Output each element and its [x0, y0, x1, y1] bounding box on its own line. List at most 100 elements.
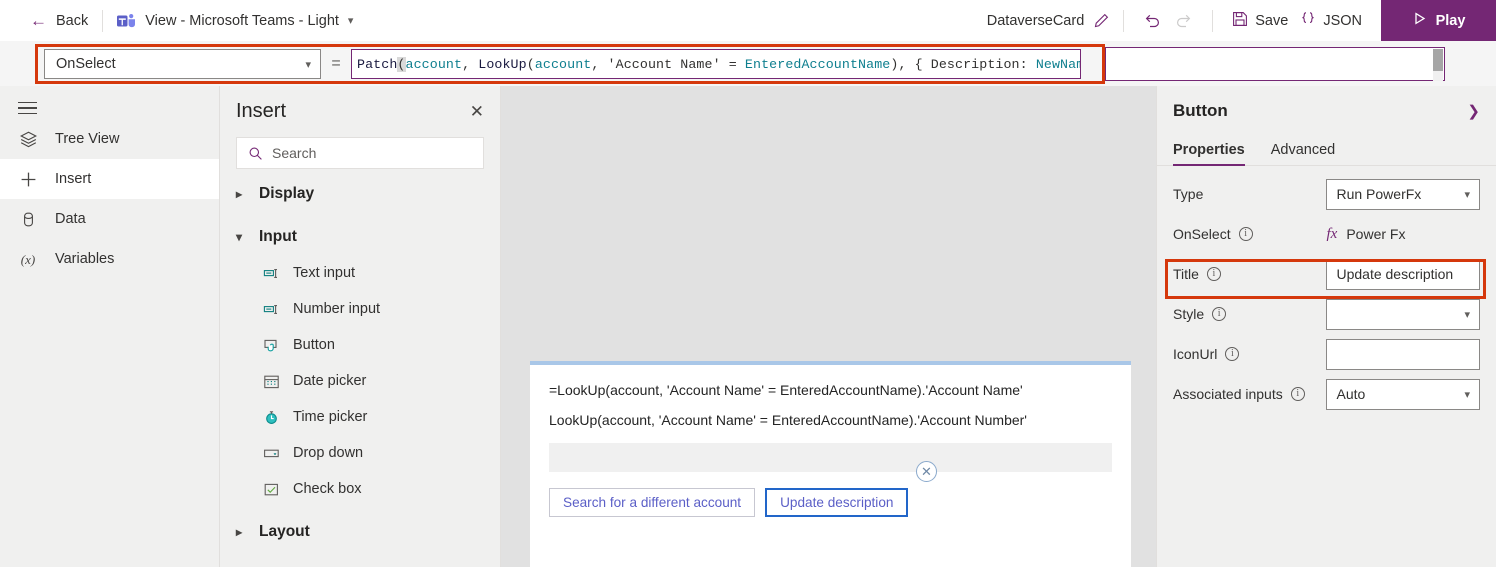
tab-advanced[interactable]: Advanced	[1271, 142, 1336, 165]
card-canvas[interactable]: =LookUp(account, 'Account Name' = Entere…	[501, 86, 1156, 567]
sidebar-item-insert[interactable]: Insert	[0, 159, 219, 199]
document-name: DataverseCard	[986, 12, 1085, 29]
insert-item-number-input[interactable]: Number input	[220, 291, 500, 327]
formula-token: LookUp	[478, 57, 527, 72]
insert-group-layout[interactable]: ▸ Layout	[220, 514, 500, 550]
info-icon[interactable]: i	[1212, 307, 1227, 321]
sidebar-item-tree-view[interactable]: Tree View	[0, 119, 219, 159]
properties-tabs: Properties Advanced	[1157, 132, 1496, 166]
formula-token: (	[397, 57, 406, 72]
property-row-style: Style i ▾	[1157, 294, 1496, 334]
property-label: Type	[1173, 186, 1326, 202]
sidebar-item-label: Variables	[55, 251, 115, 267]
search-input[interactable]: Search	[236, 137, 484, 169]
json-button[interactable]: JSON	[1294, 8, 1368, 34]
insert-item-button[interactable]: Button	[220, 327, 500, 363]
chevron-down-icon: ▾	[347, 15, 354, 27]
formula-scrollbar[interactable]	[1433, 49, 1443, 81]
tab-properties[interactable]: Properties	[1173, 142, 1245, 166]
insert-group-label: Layout	[259, 523, 310, 540]
style-dropdown[interactable]: ▾	[1326, 298, 1480, 330]
associated-inputs-dropdown[interactable]: Auto ▾	[1326, 378, 1480, 410]
formula-token: EnteredAccountName	[744, 57, 891, 72]
divider	[1212, 9, 1214, 32]
iconurl-input[interactable]	[1326, 338, 1480, 370]
properties-panel: Button ❯ Properties Advanced Type Run Po…	[1156, 86, 1496, 567]
insert-item-label: Number input	[293, 301, 381, 317]
save-button[interactable]: Save	[1226, 8, 1294, 34]
fx-icon: fx	[1326, 225, 1338, 242]
sidebar-item-data[interactable]: Data	[0, 199, 219, 239]
insert-item-date-picker[interactable]: Date picker	[220, 363, 500, 399]
insert-item-drop-down[interactable]: Drop down	[220, 435, 500, 471]
insert-panel: Insert ✕ Search ▸ Display ▾ Input Text i…	[220, 86, 501, 567]
number-input-icon	[262, 300, 280, 318]
insert-item-label: Time picker	[293, 409, 368, 425]
clock-icon	[262, 408, 280, 426]
chevron-down-icon: ▾	[1464, 308, 1470, 321]
card-button-row: Search for a different account Update de…	[549, 461, 1131, 517]
info-icon[interactable]: i	[1238, 227, 1253, 241]
pencil-icon[interactable]	[1093, 12, 1110, 29]
properties-panel-title: Button	[1173, 101, 1228, 120]
back-button[interactable]: ← Back	[30, 12, 88, 29]
formula-token: (	[526, 57, 535, 72]
undo-button[interactable]	[1137, 8, 1168, 33]
card-button-label: Update description	[780, 495, 894, 510]
view-selector[interactable]: View - Microsoft Teams - Light ▾	[117, 13, 353, 29]
chevron-down-icon: ▾	[305, 58, 311, 71]
onselect-powerfx-link[interactable]: fx Power Fx	[1327, 226, 1481, 243]
formula-token: Description	[930, 57, 1020, 72]
insert-item-time-picker[interactable]: Time picker	[220, 399, 500, 435]
info-icon[interactable]: i	[1225, 347, 1240, 361]
info-icon[interactable]: i	[1206, 267, 1221, 281]
insert-item-check-box[interactable]: Check box	[220, 471, 500, 507]
variables-icon: (x)	[17, 248, 39, 270]
card-button-search-different-account[interactable]: Search for a different account	[549, 488, 756, 517]
database-icon	[17, 208, 39, 230]
card-button-update-description[interactable]: Update description	[765, 488, 909, 517]
sidebar-item-label: Tree View	[55, 131, 120, 147]
play-button[interactable]: Play	[1381, 0, 1496, 41]
close-icon[interactable]: ✕	[470, 103, 484, 120]
properties-panel-header: Button ❯	[1157, 90, 1496, 132]
type-dropdown-value: Run PowerFx	[1336, 186, 1422, 202]
formula-token: ), {	[890, 57, 931, 72]
redo-button[interactable]	[1168, 8, 1199, 33]
remove-element-icon[interactable]: ✕	[916, 461, 937, 482]
property-label: Style i	[1173, 306, 1326, 322]
formula-token: Patch	[357, 57, 398, 72]
formula-bar-highlight: OnSelect ▾ = Patch(account, LookUp(accou…	[35, 44, 1105, 84]
card-text-line-1: =LookUp(account, 'Account Name' = Entere…	[549, 382, 1023, 398]
chevron-right-icon[interactable]: ❯	[1467, 102, 1480, 120]
insert-item-text-input[interactable]: Text input	[220, 255, 500, 291]
sidebar-item-variables[interactable]: (x) Variables	[0, 239, 219, 279]
chevron-right-icon: ▸	[236, 525, 243, 539]
hamburger-menu-icon[interactable]	[18, 97, 40, 119]
property-label: IconUrl i	[1173, 346, 1326, 362]
insert-group-input[interactable]: ▾ Input	[220, 219, 500, 255]
property-dropdown[interactable]: OnSelect ▾	[44, 49, 321, 79]
formula-token: account	[405, 57, 463, 72]
title-input[interactable]: Update description	[1326, 258, 1480, 290]
back-label: Back	[56, 12, 89, 29]
card-button-label: Search for a different account	[563, 495, 742, 510]
power-apps-cards-designer: ← Back View - Microsoft Teams - Light ▾ …	[0, 0, 1496, 567]
info-icon[interactable]: i	[1290, 387, 1305, 401]
play-label: Play	[1435, 12, 1466, 29]
card-text-input[interactable]	[549, 443, 1112, 472]
chevron-right-icon: ▸	[236, 187, 243, 201]
formula-token: ,	[462, 57, 479, 72]
divider	[1123, 9, 1125, 32]
formula-input[interactable]: Patch(account, LookUp(account, 'Account …	[351, 49, 1081, 79]
adaptive-card-preview[interactable]: =LookUp(account, 'Account Name' = Entere…	[530, 361, 1131, 567]
search-icon	[248, 146, 263, 161]
type-dropdown[interactable]: Run PowerFx ▾	[1326, 178, 1480, 210]
insert-panel-header: Insert ✕	[220, 90, 500, 132]
formula-input-overflow[interactable]	[1105, 47, 1445, 81]
property-label-text: Type	[1173, 186, 1204, 202]
property-label: OnSelect i	[1173, 226, 1327, 242]
property-label-text: Style	[1173, 306, 1205, 322]
svg-text:(x): (x)	[21, 252, 35, 267]
insert-group-display[interactable]: ▸ Display	[220, 176, 500, 212]
